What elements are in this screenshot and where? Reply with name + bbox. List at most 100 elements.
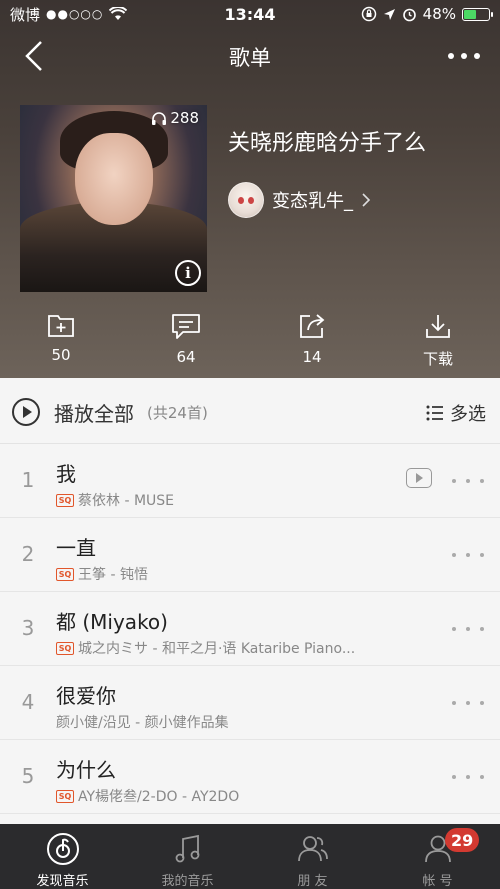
chevron-right-icon: [362, 193, 371, 207]
notification-badge: 29: [445, 828, 480, 852]
play-circle-icon: [12, 398, 40, 426]
song-artist-album: 城之内ミサ - 和平之月·语 Kataribe Piano...: [78, 641, 356, 657]
tab-discover-label: 发现音乐: [36, 874, 89, 889]
tab-friends-label: 朋 友: [297, 874, 328, 889]
share-icon: [300, 314, 325, 338]
tab-my-music[interactable]: 我的音乐: [125, 824, 250, 889]
dot-icon: [480, 701, 484, 705]
dot-icon: [452, 553, 456, 557]
play-count: 288: [151, 109, 199, 127]
song-subtitle: SQ 蔡依林 - MUSE: [56, 490, 174, 510]
download-label: 下载: [422, 350, 453, 368]
add-folder-icon: [48, 315, 74, 337]
song-subtitle: SQ 王筝 - 钝悟: [56, 564, 148, 584]
song-artist-album: 颜小健/沿见 - 颜小健作品集: [56, 715, 229, 731]
song-list: 播放全部 (共24首) 多选 1 我 SQ 蔡依林 - MUSE 2 一直 SQ 王筝 - 钝…: [0, 378, 500, 824]
dot-icon: [452, 701, 456, 705]
battery-percent: 48%: [422, 5, 456, 23]
song-title: 很爱你: [56, 684, 116, 708]
sq-badge: SQ: [56, 493, 74, 507]
song-artist-album: AY楊佬叁/2-DO - AY2DO: [78, 789, 240, 805]
song-artist-album: 蔡依林 - MUSE: [78, 493, 175, 509]
song-artist-album: 王筝 - 钝悟: [78, 567, 148, 583]
collect-count: 50: [51, 346, 71, 364]
netease-logo-icon: [46, 833, 79, 865]
battery-icon: [462, 7, 493, 21]
download-icon: [426, 315, 450, 338]
nav-title: 歌单: [229, 46, 271, 70]
friends-icon: [297, 836, 328, 862]
song-title: 我: [56, 462, 76, 486]
song-more-button[interactable]: [452, 546, 484, 564]
comment-icon: [172, 314, 200, 339]
song-row[interactable]: 1 我 SQ 蔡依林 - MUSE: [0, 444, 500, 518]
location-icon: [383, 8, 395, 20]
info-icon[interactable]: i: [175, 260, 201, 286]
creator-name: 变态乳牛_: [272, 191, 353, 212]
dot-icon: [466, 701, 470, 705]
tab-friends[interactable]: 朋 友: [250, 824, 375, 889]
song-index: 1: [21, 468, 35, 492]
avatar: [228, 182, 264, 218]
alarm-icon: [402, 8, 416, 21]
dot-icon: [466, 627, 470, 631]
wifi-icon: [109, 7, 128, 20]
song-row[interactable]: 5 为什么 SQ AY楊佬叁/2-DO - AY2DO: [0, 740, 500, 814]
song-title: 为什么: [56, 758, 116, 782]
song-more-button[interactable]: [452, 620, 484, 638]
song-subtitle: SQ 城之内ミサ - 和平之月·语 Kataribe Piano...: [56, 638, 355, 658]
tab-bar: 发现音乐 我的音乐 朋 友 帐 号 29: [0, 824, 500, 889]
tab-discover[interactable]: 发现音乐: [0, 824, 125, 889]
music-note-icon: [175, 834, 199, 863]
share-count: 14: [302, 348, 322, 366]
download-button[interactable]: 下载: [398, 312, 478, 369]
more-horizontal-icon: [448, 53, 480, 59]
more-button[interactable]: [442, 38, 486, 74]
cover-art-face: [75, 133, 153, 225]
song-row[interactable]: 3 都 (Miyako) SQ 城之内ミサ - 和平之月·语 Kataribe Pia…: [0, 592, 500, 666]
dot-icon: [452, 627, 456, 631]
song-row[interactable]: 2 一直 SQ 王筝 - 钝悟: [0, 518, 500, 592]
song-count: (共24首): [147, 404, 208, 422]
headphones-icon: [152, 111, 167, 125]
song-subtitle: 颜小健/沿见 - 颜小健作品集: [56, 712, 229, 732]
dot-icon: [480, 775, 484, 779]
playlist-cover[interactable]: 288 i: [20, 105, 207, 292]
play-all-label: 播放全部: [54, 402, 134, 426]
dot-icon: [466, 553, 470, 557]
dot-icon: [452, 479, 456, 483]
song-index: 5: [21, 764, 35, 788]
sq-badge: SQ: [56, 641, 74, 655]
signal-icon: ●●○○○: [46, 7, 104, 21]
sq-badge: SQ: [56, 567, 74, 581]
mv-play-icon[interactable]: [406, 468, 432, 488]
play-count-value: 288: [170, 109, 199, 127]
list-icon: [426, 405, 443, 421]
dot-icon: [466, 479, 470, 483]
song-more-button[interactable]: [452, 694, 484, 712]
play-all-row[interactable]: 播放全部 (共24首) 多选: [0, 378, 500, 444]
song-index: 4: [21, 690, 35, 714]
multi-select-label: 多选: [450, 404, 486, 425]
status-bar: 微博 ●●○○○ 13:44 48%: [0, 0, 500, 28]
song-row[interactable]: 4 很爱你颜小健/沿见 - 颜小健作品集: [0, 666, 500, 740]
song-index: 3: [21, 616, 35, 640]
multi-select-button[interactable]: 多选: [426, 400, 486, 426]
dot-icon: [480, 479, 484, 483]
song-more-button[interactable]: [452, 768, 484, 786]
collect-button[interactable]: 50: [21, 312, 101, 364]
dot-icon: [452, 775, 456, 779]
song-more-button[interactable]: [452, 472, 484, 490]
tab-my-music-label: 我的音乐: [161, 874, 214, 889]
comment-button[interactable]: 64: [146, 312, 226, 366]
creator-link[interactable]: 变态乳牛_: [228, 182, 371, 218]
song-title: 都 (Miyako): [56, 610, 168, 634]
nav-bar: 歌单: [0, 30, 500, 80]
playlist-header: 微博 ●●○○○ 13:44 48% 歌单 288 i 关晓彤鹿晗分手了么 变态…: [0, 0, 500, 378]
carrier-label: 微博: [10, 5, 41, 24]
playlist-title: 关晓彤鹿晗分手了么: [228, 131, 427, 156]
tab-account[interactable]: 帐 号 29: [375, 824, 500, 889]
dot-icon: [466, 775, 470, 779]
lock-rotation-icon: [361, 6, 376, 22]
share-button[interactable]: 14: [272, 312, 352, 366]
